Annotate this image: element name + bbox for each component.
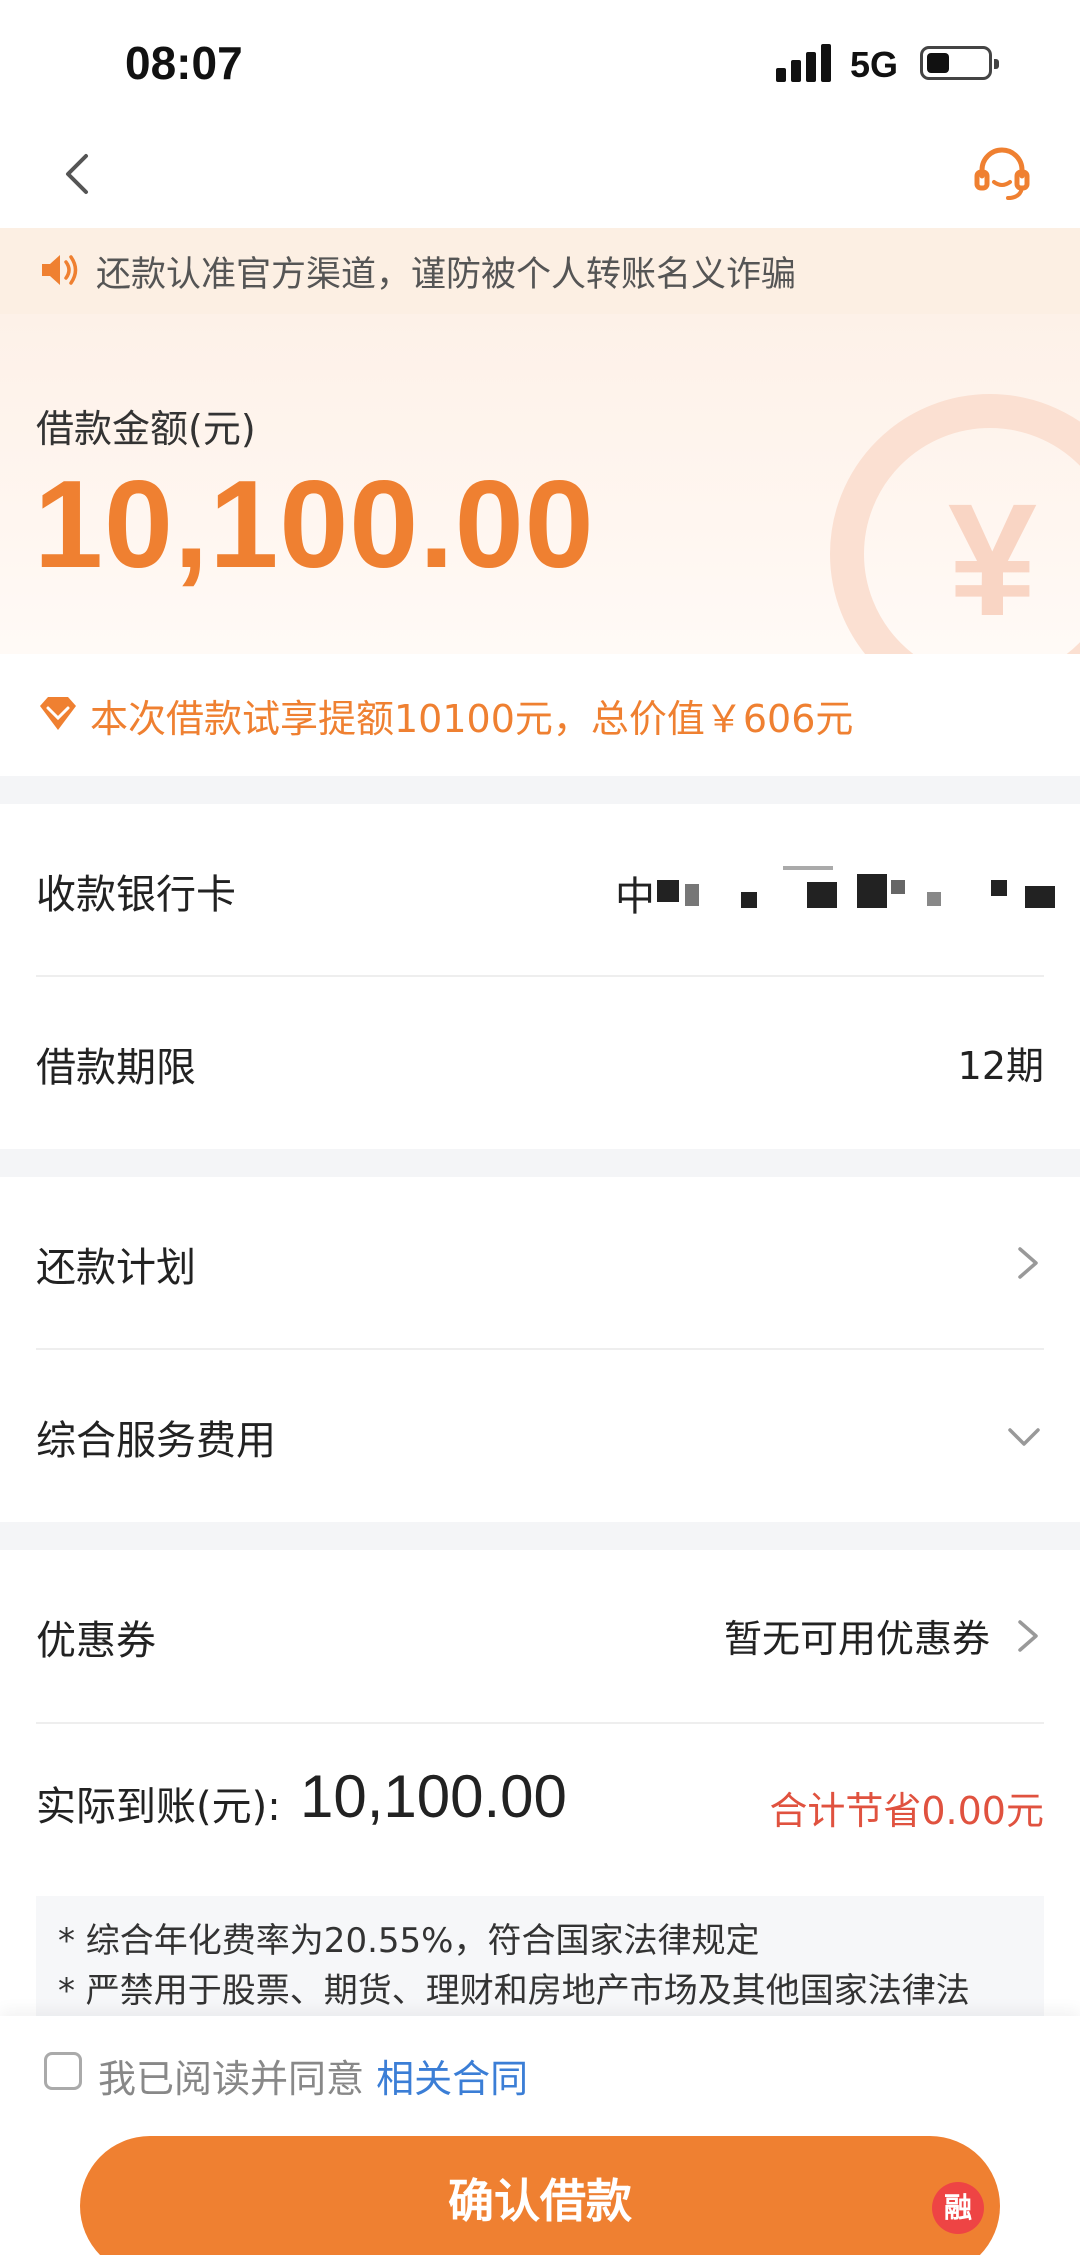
chevron-left-icon [66,154,88,194]
watermark-logo: 融 [932,2182,984,2234]
speaker-icon [42,255,78,285]
actual-received-label: 实际到账(元): [36,1784,281,1830]
fraud-notice-banner: 还款认准官方渠道，谨防被个人转账名义诈骗 [0,228,1080,314]
diamond-icon [40,697,76,730]
loan-term-value: 12期 [957,1044,1044,1088]
disclaimer-box: * 综合年化费率为20.55%，符合国家法律规定 * 严禁用于股票、期货、理财和… [36,1896,1044,2016]
bank-card-value-prefix: 中 [615,874,655,920]
customer-service-button[interactable] [970,142,1034,206]
back-button[interactable] [50,146,106,202]
bottom-action-bar: 我已阅读并同意 相关合同 确认借款 [0,2016,1080,2255]
bank-card-value-masked: 中 [615,864,1055,920]
service-fee-label: 综合服务费用 [36,1418,276,1464]
yuan-symbol: ¥ [948,470,1037,649]
battery-icon [920,46,999,80]
bank-card-label: 收款银行卡 [36,872,236,918]
promo-line: 本次借款试享提额10100元，总价值￥606元 [0,664,1080,764]
loan-amount-card: ¥ 借款金额(元) 10,100.00 [0,314,1080,654]
contract-link[interactable]: 相关合同 [376,2057,528,2101]
signal-icon [776,44,834,82]
loan-term-row: 借款期限 12期 [0,977,1080,1149]
agreement-text: 我已阅读并同意 相关合同 [98,2048,528,2103]
repayment-plan-row[interactable]: 还款计划 [0,1177,1080,1349]
loan-amount-label: 借款金额(元) [36,407,256,451]
loan-term-label: 借款期限 [36,1045,196,1091]
yuan-coin-icon: ¥ [830,394,1080,654]
coupon-label: 优惠券 [36,1618,156,1664]
service-fee-row[interactable]: 综合服务费用 [0,1350,1080,1522]
section-gap [0,776,1080,804]
status-bar: 08:07 5G [0,0,1080,120]
coupon-row[interactable]: 优惠券 暂无可用优惠券 [0,1550,1080,1722]
headset-icon [974,147,1030,200]
section-gap [0,1149,1080,1177]
divider [36,1722,1044,1724]
agreement-label: 我已阅读并同意 [98,2057,365,2101]
coupon-value: 暂无可用优惠券 [723,1617,990,1661]
agreement-checkbox[interactable] [44,2052,82,2090]
chevron-right-icon [1018,1620,1038,1652]
repayment-plan-label: 还款计划 [36,1245,196,1291]
disclaimer-line: * 严禁用于股票、期货、理财和房地产市场及其他国家法律法 [58,1971,970,2011]
confirm-loan-button[interactable]: 确认借款 [80,2136,1000,2255]
nav-bar [0,120,1080,230]
section-gap [0,1522,1080,1550]
total-saving: 合计节省0.00元 [769,1789,1044,1833]
notice-text: 还款认准官方渠道，谨防被个人转账名义诈骗 [96,255,797,295]
promo-text: 本次借款试享提额10100元，总价值￥606元 [90,697,854,741]
loan-amount-value: 10,100.00 [34,456,595,594]
status-time: 08:07 [125,37,243,89]
bank-card-row[interactable]: 收款银行卡 中 [0,804,1080,976]
chevron-down-icon [1008,1428,1040,1446]
chevron-right-icon [1018,1247,1038,1279]
actual-received-value: 10,100.00 [300,1763,567,1830]
network-label: 5G [850,44,899,85]
disclaimer-line: * 综合年化费率为20.55%，符合国家法律规定 [58,1921,760,1961]
